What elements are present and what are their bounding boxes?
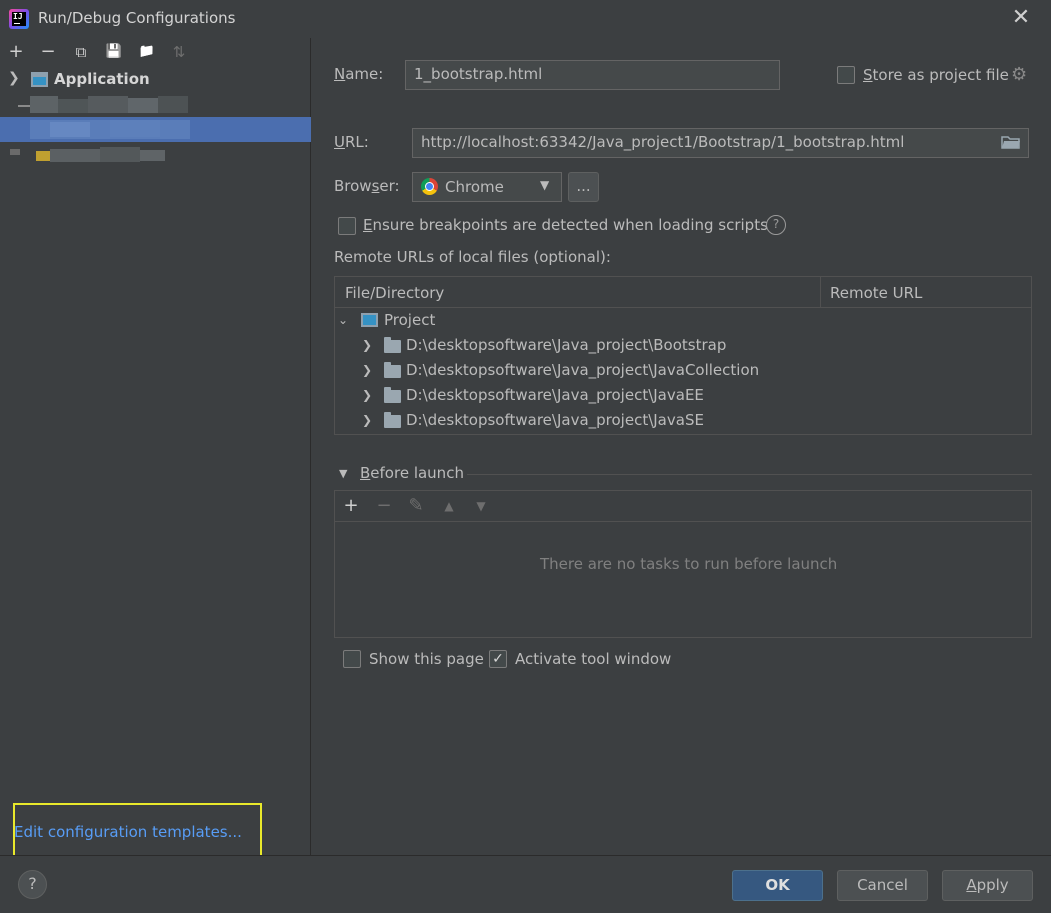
ensure-breakpoints-checkbox[interactable] [338, 217, 356, 235]
edit-configuration-templates-link[interactable]: Edit configuration templates... [14, 823, 242, 841]
browser-label: Browser: [334, 177, 400, 195]
chevron-right-icon[interactable]: ❯ [362, 388, 372, 402]
activate-tool-window-label: Activate tool window [515, 650, 672, 668]
table-row-path: D:\desktopsoftware\Java_project\JavaColl… [406, 361, 760, 379]
chrome-icon [421, 178, 438, 195]
remove-configuration-icon[interactable]: − [37, 41, 59, 63]
folder-icon [384, 337, 401, 353]
chevron-right-icon[interactable]: ❯ [362, 338, 372, 352]
ok-button[interactable]: OK [732, 870, 823, 901]
copy-configuration-icon[interactable]: ⧉ [70, 41, 92, 63]
browser-settings-button[interactable]: ... [568, 172, 599, 202]
folder-icon [384, 362, 401, 378]
edit-task-icon[interactable]: ✎ [405, 495, 427, 516]
sidebar-toolbar: + − ⧉ 💾 📁 ⇅ [0, 38, 311, 66]
name-label: Name: [334, 65, 384, 83]
table-row-path: D:\desktopsoftware\Java_project\Bootstra… [406, 336, 727, 354]
url-label: URL: [334, 133, 369, 151]
remote-urls-label: Remote URLs of local files (optional): [334, 248, 611, 266]
browse-folder-icon[interactable] [1001, 134, 1021, 150]
separator-line [467, 474, 1032, 475]
apply-button[interactable]: Apply [942, 870, 1033, 901]
column-header-remote-url[interactable]: Remote URL [830, 284, 922, 302]
gear-icon[interactable]: ⚙ [1011, 64, 1027, 85]
before-launch-label[interactable]: Before launch [360, 464, 464, 482]
name-input[interactable]: 1_bootstrap.html [405, 60, 780, 90]
table-row-path: D:\desktopsoftware\Java_project\JavaEE [406, 386, 704, 404]
column-header-file-directory[interactable]: File/Directory [345, 284, 444, 302]
tree-item-label: Application [54, 70, 150, 88]
ensure-breakpoints-label: Ensure breakpoints are detected when loa… [363, 216, 768, 234]
new-folder-icon[interactable]: 📁 [136, 41, 158, 63]
help-button[interactable]: ? [18, 870, 47, 899]
save-configuration-icon[interactable]: 💾 [103, 41, 125, 63]
help-icon[interactable]: ? [766, 215, 786, 235]
application-icon [31, 72, 48, 87]
sort-icon[interactable]: ⇅ [168, 41, 190, 63]
window-title: Run/Debug Configurations [38, 9, 236, 27]
url-input[interactable]: http://localhost:63342/Java_project1/Boo… [412, 128, 1029, 158]
add-configuration-icon[interactable]: + [5, 41, 27, 63]
redacted-tree-item[interactable] [18, 96, 188, 113]
selected-configuration-row[interactable] [0, 117, 311, 142]
project-icon [361, 313, 378, 327]
move-up-icon[interactable]: ▲ [438, 499, 460, 513]
folder-icon [384, 412, 401, 428]
column-divider[interactable] [820, 277, 821, 307]
cancel-button[interactable]: Cancel [837, 870, 928, 901]
folder-icon [384, 387, 401, 403]
empty-tasks-message: There are no tasks to run before launch [540, 555, 838, 573]
table-row-path: D:\desktopsoftware\Java_project\JavaSE [406, 411, 704, 429]
move-down-icon[interactable]: ▼ [470, 499, 492, 513]
browser-select-value: Chrome [445, 178, 504, 196]
collapse-triangle-icon[interactable]: ▼ [339, 467, 347, 480]
tree-item-application[interactable]: ❯ Application [0, 68, 311, 92]
show-this-page-checkbox[interactable] [343, 650, 361, 668]
chevron-down-icon[interactable]: ▼ [540, 178, 549, 192]
intellij-app-icon: IJ [9, 9, 29, 29]
redacted-tree-item[interactable] [10, 146, 165, 163]
chevron-right-icon[interactable]: ❯ [8, 70, 20, 86]
add-task-icon[interactable]: + [340, 495, 362, 516]
close-button[interactable]: ✕ [1008, 6, 1034, 32]
table-row-label: Project [384, 311, 436, 329]
chevron-right-icon[interactable]: ❯ [362, 363, 372, 377]
chevron-right-icon[interactable]: ❯ [362, 413, 372, 427]
activate-tool-window-checkbox[interactable]: ✓ [489, 650, 507, 668]
chevron-down-icon[interactable]: ⌄ [338, 313, 348, 327]
store-as-project-file-checkbox[interactable] [837, 66, 855, 84]
show-this-page-label: Show this page [369, 650, 484, 668]
store-as-project-file-label: Store as project file [863, 66, 1009, 84]
remove-task-icon[interactable]: − [373, 495, 395, 516]
